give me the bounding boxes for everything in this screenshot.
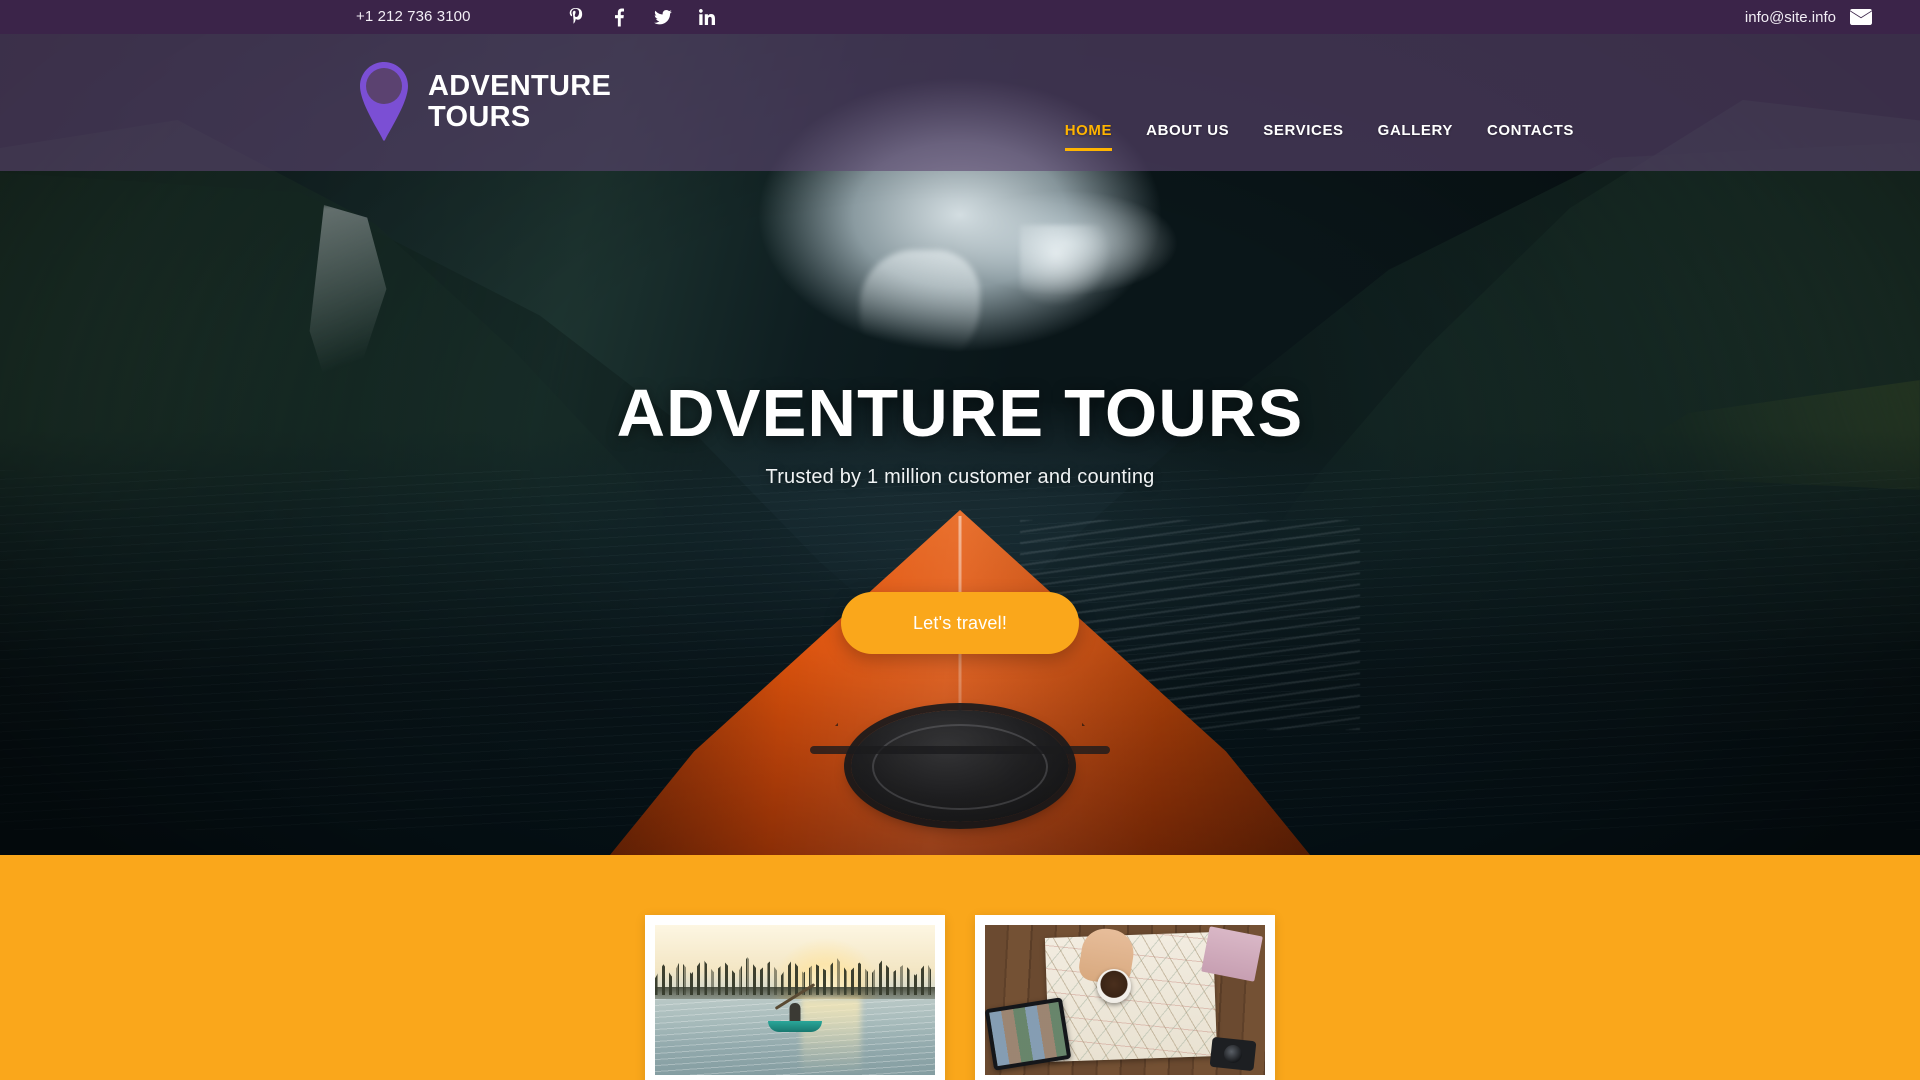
- nav-item-services[interactable]: SERVICES: [1263, 122, 1343, 151]
- card-image-flatlay: [985, 925, 1265, 1075]
- logo[interactable]: ADVENTURE TOURS: [356, 60, 611, 144]
- logo-text: ADVENTURE TOURS: [428, 71, 611, 133]
- site-header: ADVENTURE TOURS HOME ABOUT US SERVICES G…: [0, 34, 1920, 171]
- kayak-strap: [810, 746, 1110, 754]
- tablet-device: [985, 997, 1072, 1071]
- landing-page: +1 212 736 3100 info@site.info ADVENTURE…: [0, 0, 1920, 1080]
- main-navigation: HOME ABOUT US SERVICES GALLERY CONTACTS: [1064, 122, 1574, 151]
- lets-travel-button[interactable]: Let's travel!: [841, 592, 1079, 654]
- top-contact-bar: +1 212 736 3100 info@site.info: [0, 0, 1920, 34]
- twitter-icon[interactable]: [654, 7, 672, 27]
- nav-item-contacts[interactable]: CONTACTS: [1487, 122, 1574, 151]
- paddler: [789, 1003, 801, 1023]
- kayak-hatch-ring: [872, 724, 1048, 810]
- logo-line-1: ADVENTURE: [428, 70, 612, 102]
- phone-number[interactable]: +1 212 736 3100: [356, 8, 471, 25]
- kayak-bow: [610, 510, 1310, 855]
- camera: [1209, 1036, 1257, 1072]
- email-address: info@site.info: [1744, 8, 1836, 26]
- feature-card-list: In water we trust Exotic travelling: [645, 915, 1275, 1080]
- sun-reflection: [800, 999, 861, 1075]
- facebook-icon[interactable]: [610, 7, 628, 27]
- pinterest-icon[interactable]: [566, 7, 584, 27]
- nav-item-gallery[interactable]: GALLERY: [1378, 122, 1453, 151]
- envelope-icon[interactable]: [1850, 9, 1872, 25]
- feature-card-water[interactable]: In water we trust: [645, 915, 945, 1080]
- feature-card-exotic[interactable]: Exotic travelling: [975, 915, 1275, 1080]
- email-contact[interactable]: info@site.info: [1745, 4, 1872, 30]
- snow-patch-center: [860, 250, 980, 370]
- features-section: In water we trust Exotic travelling: [0, 855, 1920, 1080]
- notebook: [1201, 926, 1263, 982]
- nav-item-home[interactable]: HOME: [1064, 122, 1113, 151]
- social-links: [566, 4, 716, 30]
- map-pin-icon: [356, 60, 412, 144]
- logo-line-2: TOURS: [428, 101, 531, 133]
- glacier-patch: [1020, 225, 1110, 305]
- card-image-kayaker: [655, 925, 935, 1075]
- kayak-boat: [768, 1021, 822, 1032]
- coffee-cup: [1097, 969, 1131, 1003]
- linkedin-icon[interactable]: [698, 7, 716, 27]
- nav-item-about-us[interactable]: ABOUT US: [1146, 122, 1229, 151]
